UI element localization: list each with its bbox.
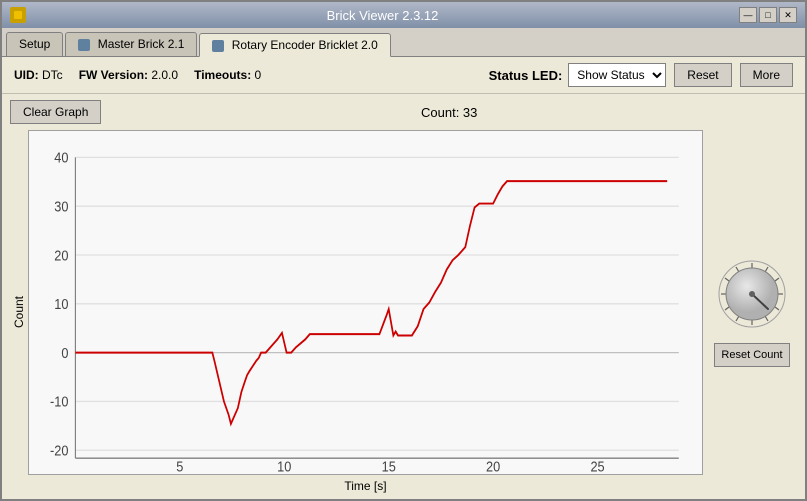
status-led-group: Status LED: Show Status Off On Heartbeat bbox=[489, 63, 667, 87]
svg-text:30: 30 bbox=[54, 199, 69, 215]
toolbar: Clear Graph Count: 33 bbox=[10, 100, 797, 124]
maximize-button[interactable]: □ bbox=[759, 7, 777, 23]
chart-area: Count bbox=[10, 130, 703, 493]
tab-setup-label: Setup bbox=[19, 37, 50, 51]
clear-graph-button[interactable]: Clear Graph bbox=[10, 100, 101, 124]
svg-text:-10: -10 bbox=[50, 394, 69, 410]
fw-group: FW Version: 2.0.0 bbox=[79, 68, 178, 82]
reset-button[interactable]: Reset bbox=[674, 63, 731, 87]
status-led-label: Status LED: bbox=[489, 68, 563, 83]
close-button[interactable]: ✕ bbox=[779, 7, 797, 23]
tab-bar: Setup Master Brick 2.1 Rotary Encoder Br… bbox=[2, 28, 805, 57]
window-controls: — □ ✕ bbox=[739, 7, 797, 23]
chart-container: Count bbox=[10, 130, 797, 493]
tab-rotary-label: Rotary Encoder Bricklet 2.0 bbox=[232, 38, 378, 52]
content-area: Clear Graph Count: 33 Count bbox=[2, 94, 805, 499]
reset-count-button[interactable]: Reset Count bbox=[714, 343, 789, 367]
tab-rotary[interactable]: Rotary Encoder Bricklet 2.0 bbox=[199, 33, 390, 57]
chart-inner: 40 30 20 10 0 -10 -20 5 10 15 bbox=[28, 130, 703, 493]
timeouts-group: Timeouts: 0 bbox=[194, 68, 261, 82]
app-icon bbox=[10, 7, 26, 23]
minimize-button[interactable]: — bbox=[739, 7, 757, 23]
x-axis-label: Time [s] bbox=[28, 475, 703, 493]
svg-text:10: 10 bbox=[54, 296, 69, 312]
svg-text:10: 10 bbox=[277, 459, 292, 474]
svg-text:0: 0 bbox=[61, 345, 68, 361]
tab-master-label: Master Brick 2.1 bbox=[98, 37, 185, 51]
title-bar: Brick Viewer 2.3.12 — □ ✕ bbox=[2, 2, 805, 28]
knob-container bbox=[715, 257, 789, 331]
tab-master-icon bbox=[78, 39, 90, 51]
svg-text:5: 5 bbox=[176, 459, 183, 474]
svg-text:20: 20 bbox=[486, 459, 501, 474]
uid-label: UID: bbox=[14, 68, 39, 82]
chart-wrapper: Count bbox=[10, 130, 703, 493]
chart-svg-container: 40 30 20 10 0 -10 -20 5 10 15 bbox=[28, 130, 703, 475]
timeouts-label: Timeouts: bbox=[194, 68, 251, 82]
fw-label: FW Version: bbox=[79, 68, 148, 82]
tab-setup[interactable]: Setup bbox=[6, 32, 63, 56]
count-display: Count: 33 bbox=[101, 105, 797, 120]
status-led-select[interactable]: Show Status Off On Heartbeat bbox=[568, 63, 666, 87]
window-title: Brick Viewer 2.3.12 bbox=[26, 8, 739, 23]
svg-text:25: 25 bbox=[590, 459, 605, 474]
timeouts-value: 0 bbox=[255, 68, 262, 82]
fw-value: 2.0.0 bbox=[151, 68, 178, 82]
rotary-knob bbox=[715, 257, 789, 331]
main-window: Brick Viewer 2.3.12 — □ ✕ Setup Master B… bbox=[0, 0, 807, 501]
more-button[interactable]: More bbox=[740, 63, 793, 87]
svg-text:-20: -20 bbox=[50, 443, 69, 459]
svg-text:15: 15 bbox=[382, 459, 397, 474]
info-bar: UID: DTc FW Version: 2.0.0 Timeouts: 0 S… bbox=[2, 57, 805, 94]
svg-text:20: 20 bbox=[54, 248, 69, 264]
tab-rotary-icon bbox=[212, 40, 224, 52]
chart-svg: 40 30 20 10 0 -10 -20 5 10 15 bbox=[29, 131, 702, 474]
y-axis-label: Count bbox=[10, 130, 28, 493]
uid-value: DTc bbox=[42, 68, 63, 82]
right-panel: Reset Count bbox=[707, 130, 797, 493]
tab-master[interactable]: Master Brick 2.1 bbox=[65, 32, 197, 56]
svg-text:40: 40 bbox=[54, 150, 69, 166]
uid-group: UID: DTc bbox=[14, 68, 63, 82]
